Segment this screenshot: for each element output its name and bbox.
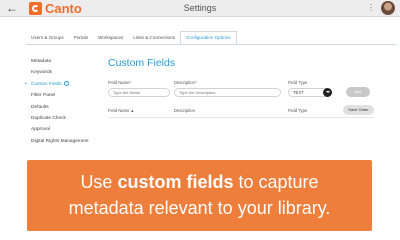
caption-text: to capture — [233, 172, 319, 192]
sidebar-item-duplicate-check[interactable]: Duplicate Check — [31, 113, 106, 124]
column-header-description: Description — [174, 108, 195, 113]
sidebar-item-label: Custom Fields — [31, 81, 62, 87]
sidebar: Metadata Keywords • Custom Fields Filter… — [25, 56, 106, 147]
dropdown-chevron-icon — [323, 88, 332, 97]
more-menu-icon[interactable]: ⋮ — [367, 2, 375, 14]
save-order-button[interactable]: Save Order — [343, 105, 374, 115]
tab-configuration-options[interactable]: Configuration Options — [180, 31, 237, 45]
sidebar-item-digital-rights-management[interactable]: Digital Rights Management — [31, 136, 106, 147]
sidebar-item-label: Defaults — [31, 104, 49, 110]
sidebar-item-metadata[interactable]: Metadata — [31, 56, 106, 67]
sidebar-item-custom-fields[interactable]: • Custom Fields — [25, 79, 106, 90]
sidebar-item-approval[interactable]: Approval — [31, 124, 106, 135]
column-header-field-type: Field Type — [288, 108, 308, 113]
field-type-select[interactable]: TEXT — [288, 88, 332, 97]
settings-tabs: Users & Groups Portals Workspaces Links … — [26, 31, 237, 45]
tab-portals[interactable]: Portals — [69, 31, 93, 45]
add-button[interactable]: Add — [346, 87, 370, 97]
sidebar-item-filter-panel[interactable]: Filter Panel — [31, 90, 106, 101]
field-type-value: TEXT — [293, 90, 304, 95]
field-name-input[interactable] — [108, 88, 170, 97]
caption-line-2: metadata relevant to your library. — [68, 198, 331, 218]
sidebar-item-label: Approval — [31, 127, 50, 133]
page-title: Settings — [183, 3, 217, 13]
caption-emphasis: custom fields — [117, 172, 234, 192]
field-type-label: Field Type — [288, 80, 308, 85]
caption-text: Use — [80, 172, 118, 192]
sidebar-item-label: Metadata — [31, 59, 52, 64]
pointer-cursor-icon — [63, 81, 69, 87]
column-header-label: Field Name — [108, 108, 130, 113]
caption-banner: Use custom fields to capture metadata re… — [27, 160, 372, 231]
sidebar-item-label: Digital Rights Management — [31, 138, 89, 144]
description-label: Description* — [174, 80, 197, 85]
tab-users-groups[interactable]: Users & Groups — [26, 31, 69, 45]
table-header-divider — [108, 117, 374, 118]
section-title: Custom Fields — [108, 57, 176, 69]
tab-workspaces[interactable]: Workspaces — [93, 31, 128, 45]
active-bullet-icon: • — [25, 80, 27, 87]
description-input[interactable] — [174, 88, 281, 97]
sidebar-item-label: Duplicate Check — [31, 115, 66, 121]
caption-line-1: Use custom fields to capture — [27, 171, 372, 193]
user-avatar[interactable] — [381, 1, 395, 15]
column-header-field-name[interactable]: Field Name▲ — [108, 108, 134, 113]
sidebar-item-label: Keywords — [31, 70, 53, 76]
field-name-label: Field Name* — [108, 80, 132, 85]
top-bar: ← Canto Settings ⋮ — [0, 0, 400, 17]
sort-ascending-icon: ▲ — [130, 108, 135, 113]
sidebar-item-label: Filter Panel — [31, 93, 56, 99]
tabs-divider — [26, 44, 396, 45]
sidebar-item-keywords[interactable]: Keywords — [31, 67, 106, 78]
tab-links-connections[interactable]: Links & Connections — [128, 31, 180, 45]
sidebar-item-defaults[interactable]: Defaults — [31, 102, 106, 113]
